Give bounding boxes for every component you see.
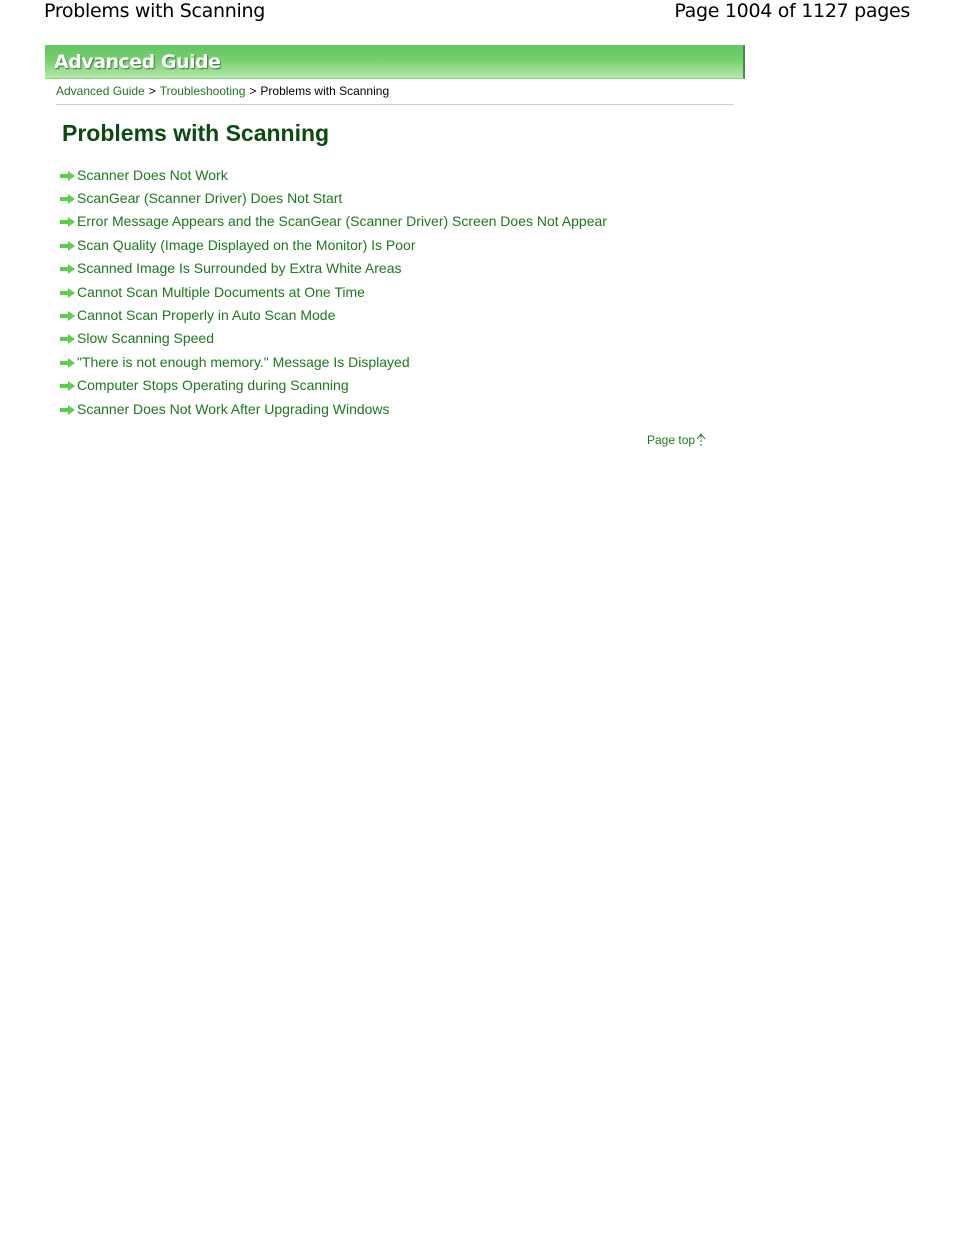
breadcrumb-separator: > xyxy=(148,84,156,98)
topic-link[interactable]: ScanGear (Scanner Driver) Does Not Start xyxy=(77,190,342,206)
banner-title: Advanced Guide xyxy=(54,51,221,73)
document-title: Problems with Scanning xyxy=(44,0,265,22)
topic-link[interactable]: Slow Scanning Speed xyxy=(77,330,214,346)
topic-item: Cannot Scan Properly in Auto Scan Mode xyxy=(60,303,607,326)
arrow-right-icon xyxy=(60,170,75,181)
arrow-right-icon xyxy=(60,194,75,205)
arrow-up-icon xyxy=(696,433,706,446)
arrow-right-icon xyxy=(60,334,75,345)
topic-link[interactable]: Scanner Does Not Work xyxy=(77,167,228,183)
page-top-link[interactable]: Page top xyxy=(647,433,706,447)
topic-link[interactable]: Cannot Scan Properly in Auto Scan Mode xyxy=(77,307,335,323)
topic-link[interactable]: Scanner Does Not Work After Upgrading Wi… xyxy=(77,401,390,417)
topic-link[interactable]: Cannot Scan Multiple Documents at One Ti… xyxy=(77,284,365,300)
topic-item: "There is not enough memory." Message Is… xyxy=(60,350,607,373)
advanced-guide-banner: Advanced Guide xyxy=(45,45,745,79)
breadcrumb-troubleshooting[interactable]: Troubleshooting xyxy=(160,84,246,98)
topic-item: Cannot Scan Multiple Documents at One Ti… xyxy=(60,280,607,303)
topic-link[interactable]: Scan Quality (Image Displayed on the Mon… xyxy=(77,237,416,253)
topic-item: Error Message Appears and the ScanGear (… xyxy=(60,210,607,233)
topic-list: Scanner Does Not Work ScanGear (Scanner … xyxy=(60,163,607,420)
page-top-label: Page top xyxy=(647,433,696,447)
page-indicator: Page 1004 of 1127 pages xyxy=(674,0,910,22)
arrow-right-icon xyxy=(60,311,75,322)
arrow-right-icon xyxy=(60,357,75,368)
arrow-right-icon xyxy=(60,381,75,392)
topic-item: Scanner Does Not Work After Upgrading Wi… xyxy=(60,397,607,420)
breadcrumb-separator: > xyxy=(249,84,257,98)
arrow-right-icon xyxy=(60,240,75,251)
topic-link[interactable]: "There is not enough memory." Message Is… xyxy=(77,354,410,370)
topic-item: Computer Stops Operating during Scanning xyxy=(60,374,607,397)
topic-link[interactable]: Computer Stops Operating during Scanning xyxy=(77,377,349,393)
arrow-right-icon xyxy=(60,217,75,228)
topic-item: Scanner Does Not Work xyxy=(60,163,607,186)
topic-item: Scan Quality (Image Displayed on the Mon… xyxy=(60,233,607,256)
breadcrumb-advanced-guide[interactable]: Advanced Guide xyxy=(56,84,145,98)
breadcrumb-current: Problems with Scanning xyxy=(260,84,390,98)
breadcrumb: Advanced Guide > Troubleshooting > Problems … xyxy=(56,84,389,98)
arrow-right-icon xyxy=(60,264,75,275)
arrow-right-icon xyxy=(60,404,75,415)
topic-link[interactable]: Scanned Image Is Surrounded by Extra Whi… xyxy=(77,260,402,276)
topic-item: Scanned Image Is Surrounded by Extra Whi… xyxy=(60,257,607,280)
topic-link[interactable]: Error Message Appears and the ScanGear (… xyxy=(77,213,607,229)
pdf-page-header: Problems with Scanning Page 1004 of 1127… xyxy=(0,0,954,30)
arrow-right-icon xyxy=(60,287,75,298)
divider xyxy=(56,104,734,105)
topic-item: ScanGear (Scanner Driver) Does Not Start xyxy=(60,186,607,209)
topic-item: Slow Scanning Speed xyxy=(60,327,607,350)
page-title: Problems with Scanning xyxy=(62,120,330,146)
